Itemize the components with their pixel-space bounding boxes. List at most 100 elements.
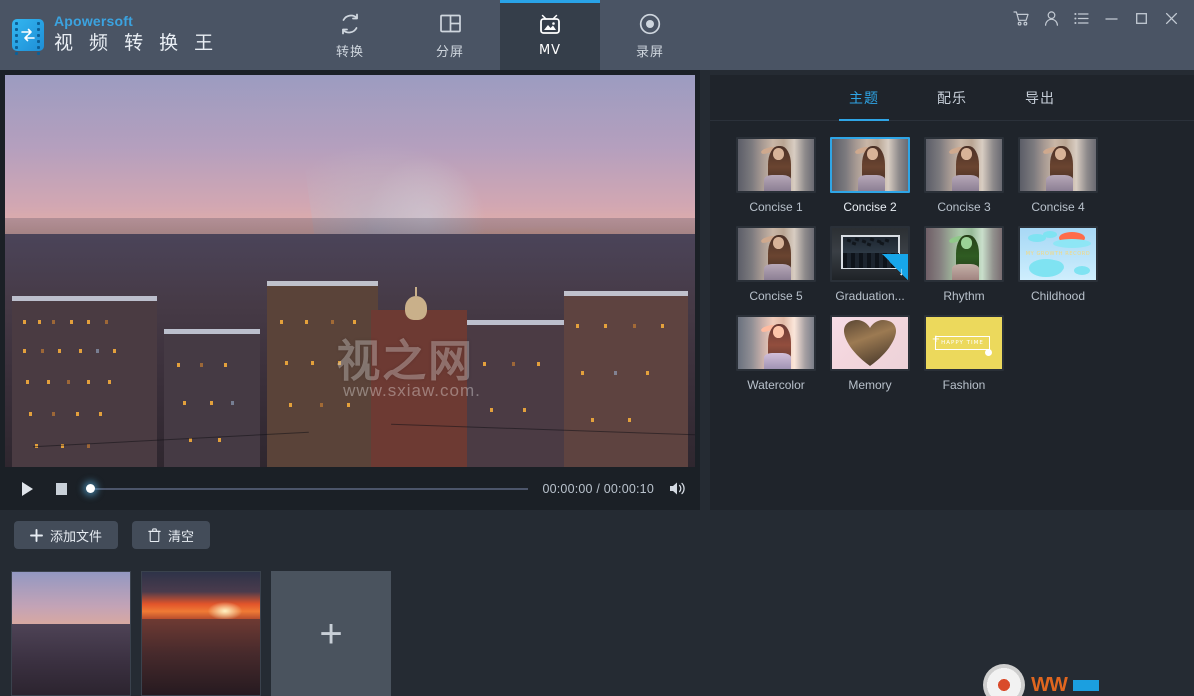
title-bar: Apowersoft 视 频 转 换 王 转换 分屏 MV 录屏 [0, 0, 1194, 70]
theme-label: Childhood [1030, 289, 1086, 303]
close-icon[interactable] [1156, 0, 1186, 36]
theme-thumbnail: + HAPPY TIME [924, 315, 1004, 371]
church-dome [405, 295, 428, 320]
theme-thumbnail [736, 137, 816, 193]
theme-label: Concise 4 [1031, 200, 1085, 214]
tab-convert[interactable]: 转换 [300, 0, 400, 70]
theme-thumbnail [924, 226, 1004, 282]
theme-item-fashion[interactable]: + HAPPY TIME Fashion [924, 315, 1004, 392]
theme-label: Graduation... [835, 289, 905, 303]
theme-art-text: HAPPY TIME [941, 339, 984, 346]
theme-item-rhythm[interactable]: Rhythm [924, 226, 1004, 303]
theme-label: Concise 1 [749, 200, 803, 214]
split-screen-icon [439, 11, 462, 37]
tab-theme[interactable]: 主题 [835, 75, 893, 121]
building [467, 319, 564, 472]
tab-mv[interactable]: MV [500, 0, 600, 70]
theme-item-concise-4[interactable]: Concise 4 [1018, 137, 1098, 214]
building [563, 290, 689, 472]
brand-name: Apowersoft [54, 13, 133, 29]
player-controls: 00:00:00 / 00:00:10 [0, 467, 700, 510]
preview-panel: 视之网 www.sxiaw.com. [0, 70, 700, 510]
tab-theme-label: 主题 [849, 90, 879, 107]
media-thumbnail-strip: + [0, 560, 1194, 696]
add-file-button[interactable]: 添加文件 [14, 521, 119, 549]
plus-icon [30, 528, 43, 542]
theme-item-concise-3[interactable]: Concise 3 [924, 137, 1004, 214]
tab-mv-label: MV [538, 42, 562, 58]
window-controls [1006, 0, 1186, 36]
download-badge-icon[interactable]: ↓ [882, 254, 908, 280]
play-icon[interactable] [14, 476, 40, 502]
tab-soundtrack[interactable]: 配乐 [923, 75, 981, 121]
panel-tabs: 主题 配乐 导出 [710, 75, 1194, 121]
app-window: Apowersoft 视 频 转 换 王 转换 分屏 MV 录屏 视之网 www… [0, 0, 1194, 696]
minimize-icon[interactable] [1096, 0, 1126, 36]
volume-icon[interactable] [668, 480, 686, 497]
tab-convert-label: 转换 [335, 44, 364, 60]
time-display: 00:00:00 / 00:00:10 [542, 481, 654, 496]
theme-art-text: MY GROWTH RECORD [1025, 250, 1091, 257]
menu-list-icon[interactable] [1066, 0, 1096, 36]
tab-split-screen-label: 分屏 [435, 44, 464, 60]
theme-panel: 主题 配乐 导出 Concise 1 Concise 2 Concise 3 C… [710, 75, 1194, 510]
progress-track [86, 487, 529, 490]
theme-thumbnail [1018, 137, 1098, 193]
video-preview[interactable]: 视之网 www.sxiaw.com. [5, 75, 695, 472]
tab-record-screen-label: 录屏 [635, 44, 664, 60]
theme-thumbnail: MY GROWTH RECORD [1018, 226, 1098, 282]
building [267, 281, 378, 472]
theme-item-memory[interactable]: Memory [830, 315, 910, 392]
main-nav: 转换 分屏 MV 录屏 [300, 0, 700, 70]
theme-item-watercolor[interactable]: Watercolor [736, 315, 816, 392]
theme-item-concise-5[interactable]: Concise 5 [736, 226, 816, 303]
cart-icon[interactable] [1006, 0, 1036, 36]
progress-knob[interactable] [86, 484, 95, 493]
theme-item-concise-2[interactable]: Concise 2 [830, 137, 910, 214]
account-icon[interactable] [1036, 0, 1066, 36]
add-media-tile[interactable]: + [271, 571, 391, 696]
plus-icon: + [319, 611, 343, 656]
trash-icon [148, 528, 161, 542]
brand-subtitle: 视 频 转 换 王 [54, 32, 219, 54]
mountain-sunset-thumbnail[interactable] [141, 571, 261, 696]
clear-label: 清空 [168, 529, 195, 545]
brand-area: Apowersoft 视 频 转 换 王 [0, 0, 218, 55]
theme-thumbnail: ↓ [830, 226, 910, 282]
building [163, 329, 261, 472]
theme-item-childhood[interactable]: MY GROWTH RECORD Childhood [1018, 226, 1098, 303]
stop-icon[interactable] [48, 476, 74, 502]
theme-label: Fashion [942, 378, 986, 392]
tab-export-label: 导出 [1025, 90, 1055, 107]
tab-record-screen[interactable]: 录屏 [600, 0, 700, 70]
progress-slider[interactable] [86, 479, 529, 499]
tab-split-screen[interactable]: 分屏 [400, 0, 500, 70]
theme-label: Rhythm [943, 289, 985, 303]
theme-label: Concise 5 [749, 289, 803, 303]
theme-thumbnail [830, 137, 910, 193]
video-converter-logo-icon [12, 18, 44, 55]
maximize-icon[interactable] [1126, 0, 1156, 36]
tab-export[interactable]: 导出 [1011, 75, 1069, 121]
theme-grid: Concise 1 Concise 2 Concise 3 Concise 4 … [710, 121, 1194, 392]
theme-label: Memory [848, 378, 892, 392]
preview-city [5, 233, 695, 472]
theme-thumbnail [736, 226, 816, 282]
church-building [370, 310, 468, 472]
theme-thumbnail [924, 137, 1004, 193]
file-action-bar: 添加文件 清空 [0, 510, 700, 560]
tab-soundtrack-label: 配乐 [937, 90, 967, 107]
convert-refresh-icon [338, 11, 362, 37]
theme-thumbnail [830, 315, 910, 371]
theme-thumbnail [736, 315, 816, 371]
record-circle-icon [638, 11, 662, 37]
theme-item-graduation[interactable]: ↓ Graduation... [830, 226, 910, 303]
clear-button[interactable]: 清空 [132, 521, 211, 549]
add-file-label: 添加文件 [50, 529, 103, 545]
theme-label: Concise 2 [843, 200, 897, 214]
theme-item-concise-1[interactable]: Concise 1 [736, 137, 816, 214]
city-sunset-thumbnail[interactable] [11, 571, 131, 696]
theme-label: Watercolor [747, 378, 805, 392]
mv-tv-icon [537, 13, 563, 39]
theme-label: Concise 3 [937, 200, 991, 214]
